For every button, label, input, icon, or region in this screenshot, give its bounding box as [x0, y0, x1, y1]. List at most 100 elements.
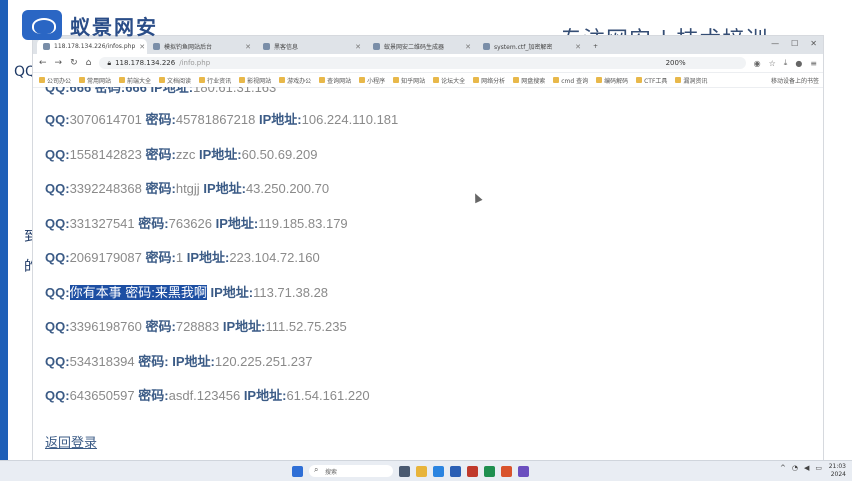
ip-value: 111.52.75.235: [265, 319, 347, 334]
password-label: 密码:: [145, 250, 176, 265]
ip-label: IP地址:: [222, 319, 266, 334]
bookmark-item[interactable]: cmd 查询: [553, 76, 588, 85]
ip-value: 223.104.72.160: [229, 250, 320, 265]
bookmark-item[interactable]: 前端大全: [119, 76, 151, 85]
bookmark-item[interactable]: 网络分析: [473, 76, 505, 85]
zoom-indicator[interactable]: 200%: [666, 59, 686, 67]
record-row: QQ:643650597 密码:asdf.123456 IP地址:61.54.1…: [45, 385, 370, 404]
password-label: 密码:: [138, 353, 169, 369]
bookmark-item[interactable]: 论坛大全: [433, 76, 465, 85]
close-tab-icon[interactable]: ✕: [575, 43, 581, 51]
qq-label: QQ:: [45, 388, 70, 403]
address-bar[interactable]: 🔒︎ 118.178.134.226/info.php 200%: [99, 57, 746, 69]
task-view-icon[interactable]: [399, 465, 410, 477]
edge-icon[interactable]: [433, 465, 444, 477]
chevron-up-icon[interactable]: ^: [780, 464, 786, 472]
record-row: QQ:3070614701 密码:45781867218 IP地址:106.22…: [45, 109, 398, 128]
bookmarks-mobile[interactable]: 移动设备上的书签: [771, 76, 823, 85]
file-explorer-icon[interactable]: [416, 465, 427, 477]
tab-label: 模拟钓鱼网站后台: [164, 44, 213, 51]
home-icon[interactable]: ⌂: [86, 58, 92, 68]
folder-icon: [596, 77, 603, 83]
favicon-icon: [483, 43, 490, 50]
bookmark-item[interactable]: 影视网站: [239, 76, 271, 85]
close-icon[interactable]: ✕: [810, 39, 817, 48]
bookmark-item[interactable]: CTF工具: [636, 76, 667, 85]
password-value: asdf.123456: [168, 388, 241, 403]
close-tab-icon[interactable]: ✕: [355, 43, 361, 51]
network-icon[interactable]: ◔: [792, 464, 798, 472]
close-tab-icon[interactable]: ✕: [465, 43, 471, 51]
ip-value: 120.225.251.237: [214, 353, 313, 369]
folder-icon: [239, 77, 246, 83]
wechat-icon[interactable]: [484, 465, 495, 477]
taskbar-icons: 搜索: [292, 465, 529, 477]
bookmark-label: CTF工具: [644, 77, 668, 85]
close-tab-icon[interactable]: ✕: [139, 43, 145, 51]
download-icon[interactable]: ⤓: [784, 58, 788, 68]
browser-tab[interactable]: 模拟钓鱼网站后台 ✕: [147, 39, 257, 54]
menu-icon[interactable]: ≡: [810, 59, 817, 68]
browser-tab[interactable]: 黑客信息 ✕: [257, 39, 367, 54]
favicon-icon: [263, 43, 270, 50]
close-tab-icon[interactable]: ✕: [245, 43, 251, 51]
toolbar-icons: ◉ ☆ ⤓ ● ≡: [754, 58, 817, 68]
favorite-icon[interactable]: ☆: [769, 59, 776, 68]
word-icon[interactable]: [450, 465, 461, 477]
bookmark-item[interactable]: 游戏办公: [279, 76, 311, 85]
volume-icon[interactable]: ◀: [804, 464, 809, 472]
folder-icon: [675, 77, 682, 83]
tab-label: 118.178.134.226/infos.php: [54, 43, 136, 50]
folder-icon: [513, 77, 520, 83]
bookmark-item[interactable]: 公司办公: [39, 76, 71, 85]
qq-value: 你有本事: [69, 284, 122, 300]
ip-label: IP地址:: [210, 284, 254, 300]
browser-tab[interactable]: 118.178.134.226/infos.php ✕: [37, 39, 147, 54]
bookmark-label: 网盘搜索: [521, 77, 546, 85]
record-row: QQ:534318394 密码: IP地址:120.225.251.237: [45, 351, 312, 370]
address-path: /info.php: [179, 59, 211, 67]
battery-icon[interactable]: ▭: [815, 464, 822, 472]
password-value: 45781867218: [175, 112, 256, 127]
maximize-icon[interactable]: ☐: [791, 39, 798, 48]
folder-icon: [553, 77, 560, 83]
app-icon[interactable]: [467, 465, 478, 477]
password-label: 密码:: [138, 215, 169, 231]
bookmark-item[interactable]: 网盘搜索: [513, 76, 545, 85]
qq-value: 3392248368: [69, 181, 142, 196]
bookmark-item[interactable]: 小程序: [359, 76, 385, 85]
ip-label: IP地址:: [186, 250, 230, 265]
back-to-login-link[interactable]: 返回登录: [45, 432, 97, 451]
bookmark-item[interactable]: 文档阅读: [159, 76, 191, 85]
ip-label: IP地址:: [203, 181, 246, 196]
app-icon[interactable]: [518, 465, 529, 477]
browser-tab[interactable]: system.ctf_加密解密 ✕: [477, 39, 587, 54]
ip-label: IP地址:: [259, 112, 302, 127]
logo-text: 蚁景网安: [70, 14, 158, 39]
text-selection: 你有本事 密码:来黑我啊: [69, 284, 207, 300]
tab-label: 黑客信息: [274, 44, 299, 51]
bookmark-item[interactable]: 编码解码: [596, 76, 628, 85]
minimize-icon[interactable]: —: [771, 39, 779, 48]
bookmark-label: 查询网站: [327, 77, 352, 85]
profile-icon[interactable]: ●: [795, 59, 802, 68]
bookmark-item[interactable]: 知乎网站: [393, 76, 425, 85]
taskbar-clock[interactable]: 21:03 2024: [829, 463, 846, 479]
qq-label: QQ:: [45, 250, 70, 265]
new-tab-icon[interactable]: +: [587, 39, 603, 54]
partial-record-row: QQ:666 密码:666 IP地址:180.61.31.163: [45, 87, 277, 95]
folder-icon: [319, 77, 326, 83]
back-icon[interactable]: ←: [39, 58, 47, 68]
taskbar-search[interactable]: 搜索: [309, 465, 393, 477]
clock-time: 21:03: [828, 463, 846, 470]
start-icon[interactable]: [292, 465, 303, 477]
bookmark-item[interactable]: 常用网站: [79, 76, 111, 85]
browser-icon[interactable]: [501, 465, 512, 477]
bookmark-item[interactable]: 查询网站: [319, 76, 351, 85]
extension-icon[interactable]: ◉: [754, 59, 761, 68]
browser-tab[interactable]: 蚁景网安二维码生成器 ✕: [367, 39, 477, 54]
reload-icon[interactable]: ↻: [70, 58, 78, 68]
forward-icon[interactable]: →: [55, 58, 63, 68]
bookmark-item[interactable]: 漏洞资讯: [675, 76, 707, 85]
bookmark-item[interactable]: 行业资讯: [199, 76, 231, 85]
